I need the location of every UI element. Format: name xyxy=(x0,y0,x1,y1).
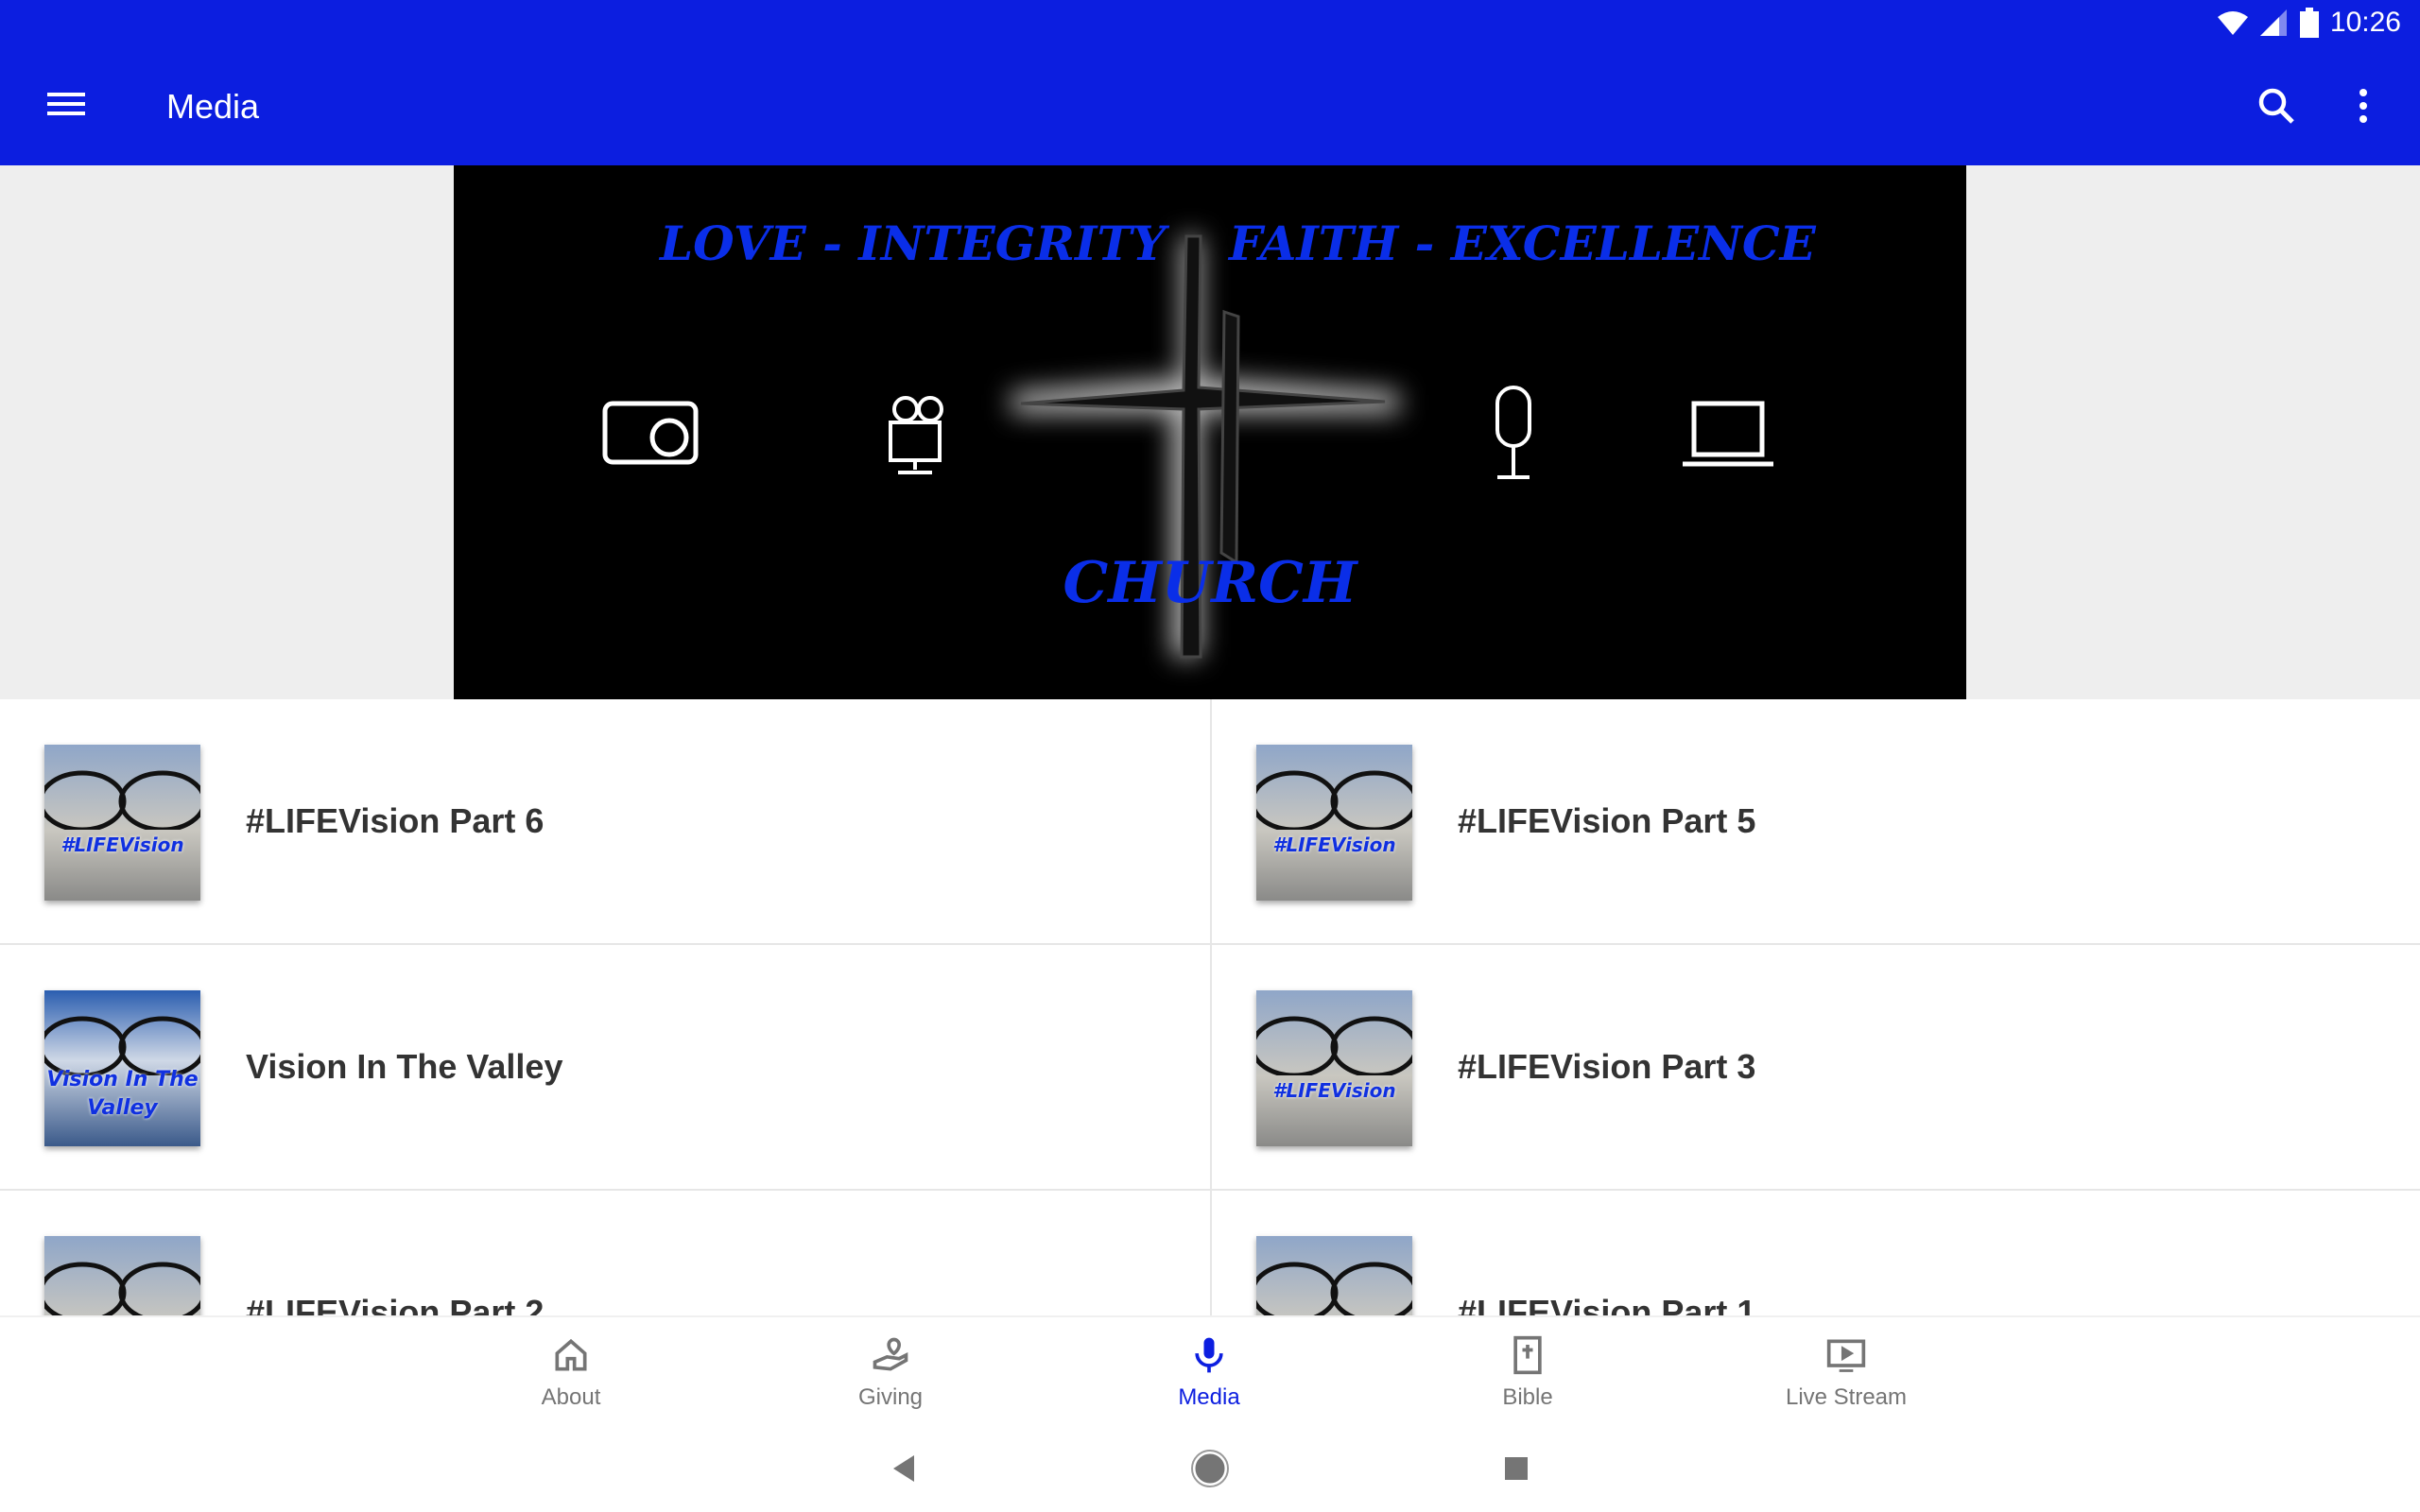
banner-text-left: LOVE - INTEGRITY xyxy=(658,215,1170,271)
bottom-navigation: About Giving Media Bible Live Stream xyxy=(0,1315,2420,1427)
recents-icon[interactable] xyxy=(1495,1448,1537,1489)
glasses-graphic xyxy=(44,1262,200,1315)
nav-item-bible[interactable]: Bible xyxy=(1433,1317,1622,1429)
nav-label: Live Stream xyxy=(1785,1384,1908,1410)
banner-text-bottom: CHURCH xyxy=(1063,550,1358,616)
home-icon xyxy=(555,1338,587,1371)
nav-item-media[interactable]: Media xyxy=(1115,1317,1304,1429)
thumbnail-image: Vision In The Valley xyxy=(44,990,200,1146)
page-title: Media xyxy=(166,87,260,126)
glasses-graphic xyxy=(1256,1016,1412,1075)
thumbnail-image: #LIFEVision xyxy=(1256,745,1412,901)
thumbnail-text: Vision In The Valley xyxy=(46,1068,199,1120)
banner-text-right: FAITH - EXCELLENCE xyxy=(1227,215,1817,271)
film-camera-icon xyxy=(889,396,943,474)
nav-item-live-stream[interactable]: Live Stream xyxy=(1752,1317,1941,1429)
thumbnail-image: #LIFEVision xyxy=(44,1236,200,1315)
nav-item-about[interactable]: About xyxy=(476,1317,666,1429)
list-item[interactable]: #LIFEVision #LIFEVision Part 2 xyxy=(0,1191,1210,1315)
cell-signal-icon xyxy=(2259,9,2287,36)
media-list: #LIFEVision #LIFEVision Part 6 #LIFEVisi… xyxy=(0,699,2420,1315)
nav-label: Media xyxy=(1178,1384,1240,1410)
nav-label: Bible xyxy=(1502,1384,1553,1410)
system-navigation-bar xyxy=(0,1427,2420,1512)
laptop-icon xyxy=(1683,401,1773,467)
item-title: #LIFEVision Part 2 xyxy=(246,1293,544,1315)
thumbnail-image: #LIFEVision xyxy=(1256,1236,1412,1315)
church-banner: LOVE - INTEGRITY FAITH - EXCELLENCE CHUR… xyxy=(454,165,1966,699)
thumbnail-text: #LIFEVision xyxy=(60,833,184,856)
app-bar: 10:26 Media xyxy=(0,0,2420,165)
wifi-icon xyxy=(2217,11,2248,35)
list-item[interactable]: #LIFEVision #LIFEVision Part 5 xyxy=(1210,699,2420,945)
nav-label: Giving xyxy=(857,1384,924,1410)
home-button-icon[interactable] xyxy=(1189,1448,1231,1489)
list-item[interactable]: #LIFEVision #LIFEVision Part 6 xyxy=(0,699,1210,945)
list-item[interactable]: Vision In The Valley Vision In The Valle… xyxy=(0,945,1210,1191)
nav-label: About xyxy=(541,1384,601,1410)
search-icon[interactable] xyxy=(2257,87,2295,125)
nav-item-giving[interactable]: Giving xyxy=(796,1317,985,1429)
live-stream-icon xyxy=(1826,1339,1866,1372)
glasses-graphic xyxy=(1256,770,1412,830)
item-title: #LIFEVision Part 5 xyxy=(1458,801,1756,840)
thumbnail-text: #LIFEVision xyxy=(1272,1079,1396,1102)
banner-area: LOVE - INTEGRITY FAITH - EXCELLENCE CHUR… xyxy=(0,165,2420,699)
glasses-graphic xyxy=(1256,1262,1412,1315)
item-title: Vision In The Valley xyxy=(246,1047,563,1086)
thumbnail-text: #LIFEVision xyxy=(1272,833,1396,856)
microphone-icon xyxy=(1495,386,1531,479)
menu-icon[interactable] xyxy=(47,87,85,125)
item-title: #LIFEVision Part 3 xyxy=(1458,1047,1756,1086)
list-item[interactable]: #LIFEVision #LIFEVision Part 3 xyxy=(1210,945,2420,1191)
item-title: #LIFEVision Part 1 xyxy=(1458,1293,1756,1315)
microphone-icon xyxy=(1195,1337,1223,1373)
more-vert-icon[interactable] xyxy=(2344,87,2382,125)
status-bar: 10:26 xyxy=(2217,6,2401,40)
giving-hand-icon xyxy=(873,1337,908,1371)
back-icon[interactable] xyxy=(884,1448,925,1489)
battery-icon xyxy=(2299,8,2319,38)
glasses-graphic xyxy=(44,770,200,830)
item-title: #LIFEVision Part 6 xyxy=(246,801,544,840)
status-time: 10:26 xyxy=(2329,7,2401,38)
thumbnail-image: #LIFEVision xyxy=(44,745,200,901)
thumbnail-image: #LIFEVision xyxy=(1256,990,1412,1146)
camera-icon xyxy=(602,401,699,465)
bible-icon xyxy=(1513,1335,1542,1375)
list-item[interactable]: #LIFEVision #LIFEVision Part 1 xyxy=(1210,1191,2420,1315)
